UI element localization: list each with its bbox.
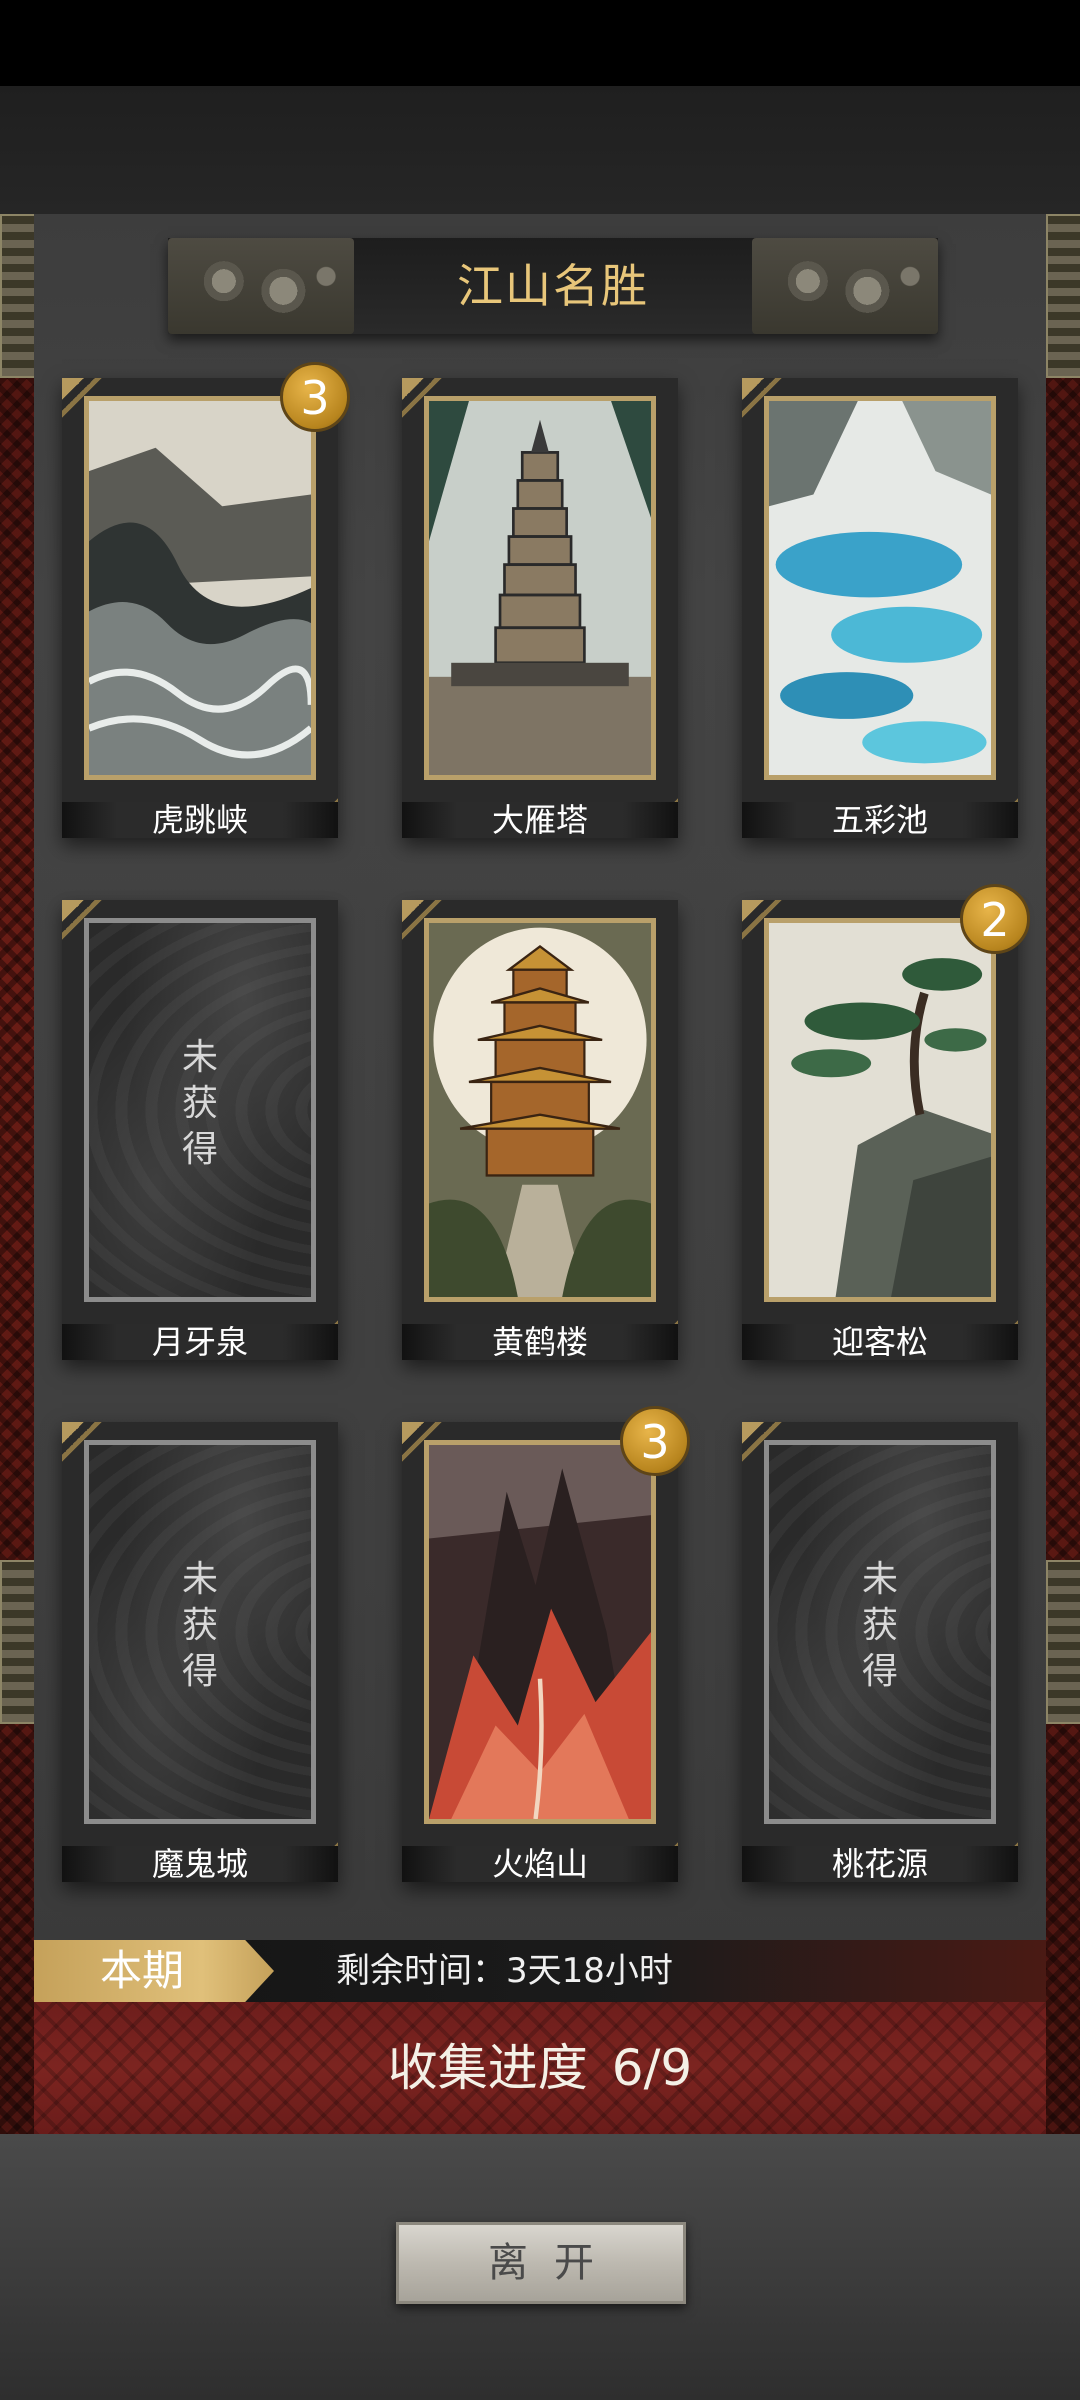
period-tag: 本期 xyxy=(34,1940,274,2002)
collection-card[interactable]: 火焰山 xyxy=(402,1422,678,1882)
card-frame: 未获得 xyxy=(764,1440,996,1824)
progress-value: 6/9 xyxy=(611,2039,693,2097)
header-band xyxy=(0,86,1080,214)
card-name: 大雁塔 xyxy=(402,802,678,838)
card-artwork xyxy=(89,401,311,775)
not-obtained-char: 得 xyxy=(861,1651,898,1692)
card-frame xyxy=(764,918,996,1302)
card-frame xyxy=(764,396,996,780)
not-obtained-char: 获 xyxy=(181,1605,218,1646)
time-remaining: 剩余时间：3天18小时 xyxy=(336,1951,673,1991)
collection-card[interactable]: 未获得魔鬼城 xyxy=(62,1422,338,1882)
not-obtained-char: 得 xyxy=(181,1129,218,1170)
card-name: 虎跳峡 xyxy=(62,802,338,838)
card-artwork xyxy=(429,1445,651,1819)
ornament xyxy=(0,1560,38,1724)
card-frame: 未获得 xyxy=(84,918,316,1302)
ornament xyxy=(0,214,38,378)
not-obtained-char: 未 xyxy=(181,1559,218,1600)
ornament xyxy=(1046,1560,1080,1724)
card-artwork xyxy=(429,401,651,775)
collection-card[interactable]: 五彩池 xyxy=(742,378,1018,838)
card-artwork xyxy=(769,923,991,1297)
progress-label: 收集进度 xyxy=(387,2039,588,2097)
count-badge: 3 xyxy=(280,362,350,432)
card-frame xyxy=(84,396,316,780)
collection-card[interactable]: 迎客松 xyxy=(742,900,1018,1360)
card-frame xyxy=(424,1440,656,1824)
status-bar-area xyxy=(0,0,1080,86)
collection-progress: 收集进度 6/9 xyxy=(34,2002,1046,2134)
card-name: 火焰山 xyxy=(402,1846,678,1882)
card-name: 桃花源 xyxy=(742,1846,1018,1882)
not-obtained-char: 未 xyxy=(181,1037,218,1078)
collection-card[interactable]: 虎跳峡 xyxy=(62,378,338,838)
card-name: 迎客松 xyxy=(742,1324,1018,1360)
card-frame xyxy=(424,396,656,780)
not-obtained-label: 未获得 xyxy=(769,1557,991,1695)
collection-card[interactable]: 大雁塔 xyxy=(402,378,678,838)
count-badge: 3 xyxy=(620,1406,690,1476)
count-badge: 2 xyxy=(960,884,1030,954)
not-obtained-label: 未获得 xyxy=(89,1035,311,1173)
not-obtained-char: 未 xyxy=(861,1559,898,1600)
collection-card[interactable]: 未获得月牙泉 xyxy=(62,900,338,1360)
not-obtained-char: 得 xyxy=(181,1651,218,1692)
collection-card[interactable]: 黄鹤楼 xyxy=(402,900,678,1360)
card-name: 魔鬼城 xyxy=(62,1846,338,1882)
card-name: 黄鹤楼 xyxy=(402,1324,678,1360)
page-title: 江山名胜 xyxy=(457,259,649,313)
card-name: 五彩池 xyxy=(742,802,1018,838)
right-frame xyxy=(1046,214,1080,2134)
card-frame: 未获得 xyxy=(84,1440,316,1824)
card-artwork xyxy=(769,401,991,775)
not-obtained-char: 获 xyxy=(861,1605,898,1646)
not-obtained-char: 获 xyxy=(181,1083,218,1124)
ornament xyxy=(1046,214,1080,378)
title-banner: 江山名胜 xyxy=(168,238,938,334)
collection-card[interactable]: 未获得桃花源 xyxy=(742,1422,1018,1882)
left-frame xyxy=(0,214,38,2134)
card-name: 月牙泉 xyxy=(62,1324,338,1360)
card-artwork xyxy=(429,923,651,1297)
leave-button[interactable]: 离开 xyxy=(396,2222,686,2304)
card-frame xyxy=(424,918,656,1302)
not-obtained-label: 未获得 xyxy=(89,1557,311,1695)
